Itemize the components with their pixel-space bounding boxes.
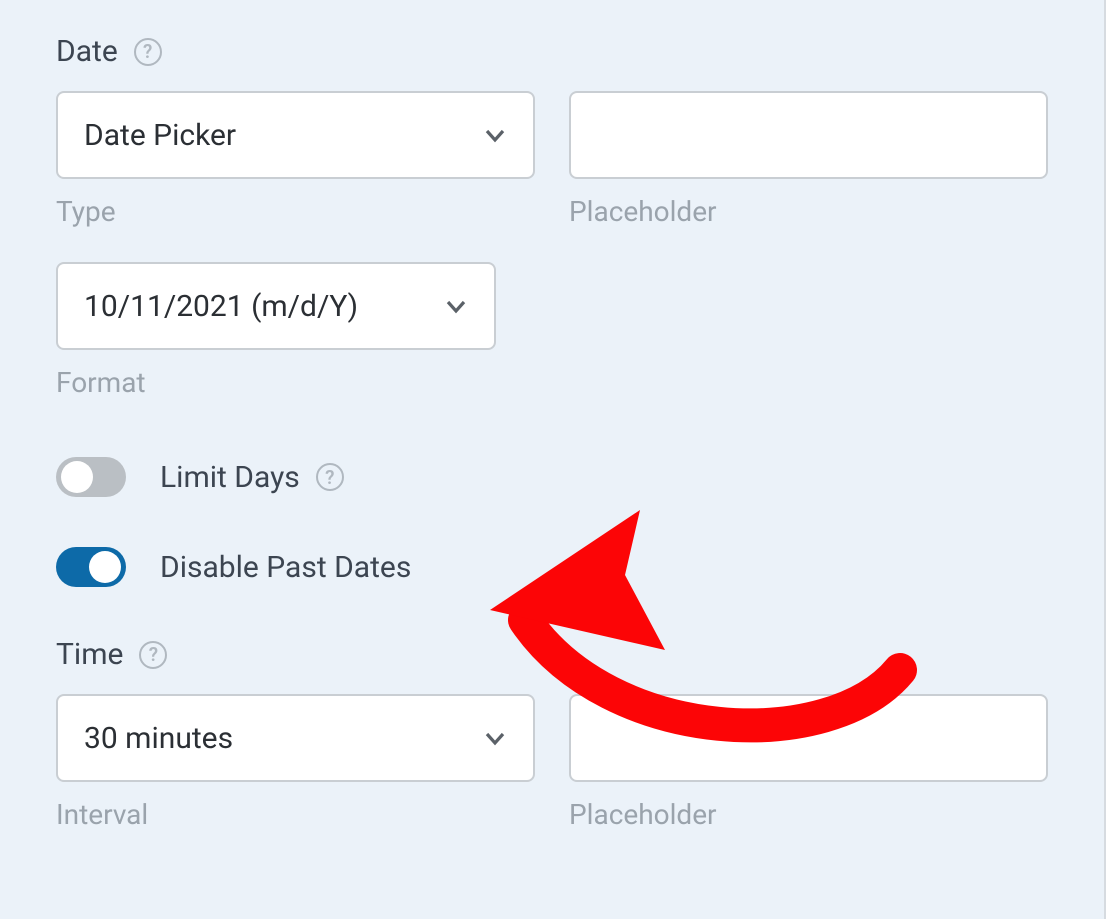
- date-placeholder-input[interactable]: [569, 91, 1048, 179]
- time-placeholder-col: Placeholder: [569, 694, 1048, 855]
- date-type-label: Type: [56, 195, 535, 228]
- date-row-2: 10/11/2021 (m/d/Y) Format: [56, 262, 1048, 423]
- limit-days-toggle[interactable]: [56, 457, 126, 497]
- time-placeholder-input[interactable]: [569, 694, 1048, 782]
- disable-past-label: Disable Past Dates: [160, 550, 411, 585]
- time-section-title: Time ?: [56, 637, 1048, 672]
- disable-past-label-wrap: Disable Past Dates: [160, 550, 411, 585]
- date-type-select[interactable]: Date Picker: [56, 91, 535, 179]
- date-type-value: Date Picker: [84, 118, 236, 153]
- time-interval-col: 30 minutes Interval: [56, 694, 535, 855]
- time-interval-label: Interval: [56, 798, 535, 831]
- chevron-down-icon: [444, 294, 468, 318]
- date-row-1: Date Picker Type Placeholder: [56, 91, 1048, 252]
- help-icon[interactable]: ?: [139, 641, 167, 669]
- date-placeholder-label: Placeholder: [569, 195, 1048, 228]
- date-section-title: Date ?: [56, 34, 1048, 69]
- toggle-knob: [89, 551, 121, 583]
- help-icon[interactable]: ?: [134, 38, 162, 66]
- time-interval-value: 30 minutes: [84, 721, 233, 756]
- disable-past-row: Disable Past Dates: [56, 547, 1048, 587]
- date-format-label: Format: [56, 366, 1048, 399]
- date-format-col: 10/11/2021 (m/d/Y) Format: [56, 262, 1048, 423]
- date-title-text: Date: [56, 34, 118, 69]
- date-format-value: 10/11/2021 (m/d/Y): [84, 289, 358, 324]
- date-type-col: Date Picker Type: [56, 91, 535, 252]
- disable-past-dates-toggle[interactable]: [56, 547, 126, 587]
- limit-days-row: Limit Days ?: [56, 457, 1048, 497]
- date-format-select[interactable]: 10/11/2021 (m/d/Y): [56, 262, 496, 350]
- date-placeholder-col: Placeholder: [569, 91, 1048, 252]
- time-row-1: 30 minutes Interval Placeholder: [56, 694, 1048, 855]
- toggles-group: Limit Days ? Disable Past Dates: [56, 457, 1048, 587]
- time-title-text: Time: [56, 637, 123, 672]
- toggle-knob: [61, 461, 93, 493]
- settings-panel: Date ? Date Picker Type Placeholder 10/1…: [0, 0, 1106, 919]
- chevron-down-icon: [483, 726, 507, 750]
- chevron-down-icon: [483, 123, 507, 147]
- time-placeholder-label: Placeholder: [569, 798, 1048, 831]
- help-icon[interactable]: ?: [316, 463, 344, 491]
- time-interval-select[interactable]: 30 minutes: [56, 694, 535, 782]
- limit-days-label-wrap: Limit Days ?: [160, 460, 344, 495]
- limit-days-label: Limit Days: [160, 460, 300, 495]
